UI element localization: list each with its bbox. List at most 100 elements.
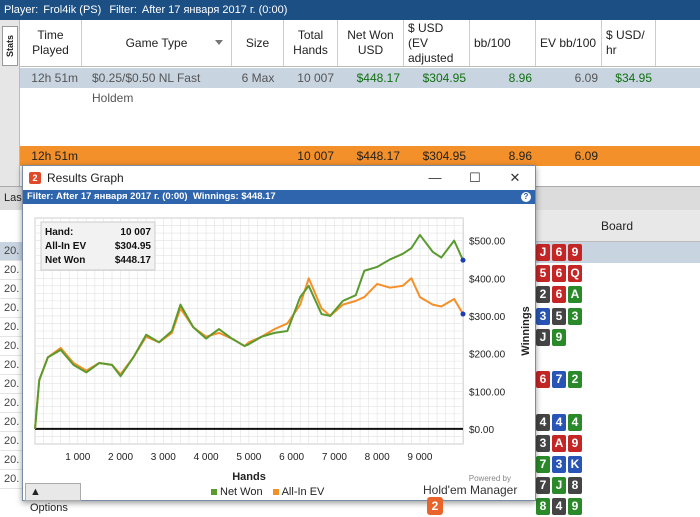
- chart-legend: Net Won All-In EV: [211, 486, 324, 498]
- close-button[interactable]: ✕: [495, 166, 535, 190]
- table-row[interactable]: 12h 51m $0.25/$0.50 NL Fast Holdem 6 Max…: [20, 68, 700, 105]
- graph-filter-bar: Filter: After 17 января 2017 г. (0:00) W…: [23, 190, 535, 204]
- x-tick-label: 5 000: [236, 452, 261, 463]
- hand-list-row[interactable]: 20.: [0, 470, 24, 489]
- cell-hands: 10 007: [297, 71, 334, 85]
- board-row[interactable]: 444: [534, 412, 700, 433]
- board-card: 9: [552, 328, 566, 346]
- help-icon[interactable]: ?: [521, 192, 531, 202]
- graph-filter-label: Filter:: [27, 191, 54, 202]
- results-graph-window: 2 Results Graph — ☐ ✕ Filter: After 17 я…: [22, 165, 536, 515]
- x-tick-label: 8 000: [365, 452, 390, 463]
- hand-list-row[interactable]: 20.: [0, 394, 24, 413]
- board-card: J: [536, 328, 550, 346]
- x-tick-label: 3 000: [151, 452, 176, 463]
- col-time-played[interactable]: Time Played: [20, 20, 82, 66]
- board-row[interactable]: 3A9: [534, 433, 700, 454]
- hand-list-row[interactable]: 20.: [0, 318, 24, 337]
- hand-list-row[interactable]: 20.: [0, 261, 24, 280]
- stats-tab[interactable]: Stats: [2, 26, 18, 66]
- col-bb100[interactable]: bb/100: [470, 20, 536, 66]
- cell-usd: $304.95: [422, 71, 466, 85]
- col-board[interactable]: Board: [534, 210, 700, 242]
- options-button[interactable]: ▲ Options: [25, 483, 81, 514]
- col-total-hands[interactable]: Total Hands: [284, 20, 338, 66]
- board-row[interactable]: J9: [534, 327, 700, 348]
- x-axis-label: Hands: [232, 471, 266, 483]
- results-chart: $0.00 $100.00 $200.00 $300.00 $400.00 $500.00…: [34, 217, 532, 483]
- hand-list-row[interactable]: 20.: [0, 280, 24, 299]
- board-card: 6: [552, 286, 566, 304]
- col-game-type[interactable]: Game Type: [82, 20, 232, 66]
- legend-ev-label: All-In EV: [281, 486, 325, 498]
- hand-list-row[interactable]: 20.: [0, 432, 24, 451]
- hand-list-row[interactable]: 20.: [0, 356, 24, 375]
- hand-list-row[interactable]: 20.: [0, 413, 24, 432]
- legend-ev-swatch: [272, 489, 279, 495]
- cell-net: $448.17: [356, 71, 400, 85]
- hand-list-row[interactable]: 20.: [0, 375, 24, 394]
- summary-label: All-In EV: [45, 241, 86, 252]
- board-card: 9: [568, 244, 582, 262]
- summary-value: $448.17: [115, 255, 152, 266]
- hand-list-row[interactable]: 20.: [0, 242, 24, 261]
- board-card: 6: [552, 265, 566, 283]
- window-title: Results Graph: [47, 171, 124, 185]
- summary-value: $304.95: [115, 241, 152, 252]
- cell-ev: 6.09: [574, 71, 598, 85]
- summary-label: Hand:: [45, 227, 73, 238]
- board-row[interactable]: 7J8: [534, 475, 700, 496]
- filter-label: Filter:: [109, 4, 137, 16]
- board-row[interactable]: J69: [534, 242, 700, 264]
- cell-bb: 8.96: [508, 71, 532, 85]
- board-row[interactable]: [534, 390, 700, 411]
- board-row[interactable]: 26A: [534, 284, 700, 305]
- x-tick-label: 6 000: [279, 452, 304, 463]
- board-card: J: [536, 244, 550, 262]
- x-tick-label: 1 000: [65, 452, 90, 463]
- board-card: 3: [568, 307, 582, 325]
- cell-usdhr: $34.95: [615, 71, 652, 85]
- hand-list-date-column: 20. 20. 20. 20. 20. 20. 20. 20. 20. 20. 20. 20. 20.: [0, 242, 24, 501]
- board-card: 4: [536, 413, 550, 431]
- maximize-button[interactable]: ☐: [455, 166, 495, 190]
- hm2-logo-icon: 2: [427, 497, 443, 515]
- window-titlebar[interactable]: 2 Results Graph — ☐ ✕: [23, 166, 535, 190]
- board-card: 2: [536, 286, 550, 304]
- board-card: 3: [536, 434, 550, 452]
- y-tick-label: $100.00: [469, 387, 506, 398]
- brand-logo: Powered by Hold'em Manager2: [423, 474, 535, 515]
- y-axis-label: Winnings: [520, 306, 532, 355]
- col-usd-hr[interactable]: $ USD/ hr: [602, 20, 656, 66]
- minimize-button[interactable]: —: [415, 166, 455, 190]
- y-tick-label: $300.00: [469, 312, 506, 323]
- board-row[interactable]: [534, 348, 700, 369]
- board-row[interactable]: 73K: [534, 454, 700, 475]
- brand-name: Hold'em Manager: [423, 483, 518, 497]
- player-name: Frol4ik (PS): [43, 4, 102, 16]
- board-card: J: [552, 477, 566, 495]
- board-row[interactable]: 849: [534, 496, 700, 517]
- col-ev-bb100[interactable]: EV bb/100: [536, 20, 602, 66]
- board-row[interactable]: 672: [534, 369, 700, 390]
- board-card: 6: [552, 244, 566, 262]
- x-tick-label: 9 000: [407, 452, 432, 463]
- total-ev: 6.09: [574, 149, 598, 163]
- x-tick-label: 2 000: [108, 452, 133, 463]
- hand-list-row[interactable]: 20.: [0, 299, 24, 318]
- series-end-point: [460, 311, 466, 317]
- lower-tab-last[interactable]: Las: [4, 192, 22, 204]
- cell-time: 12h 51m: [31, 71, 78, 85]
- col-game-type-label: Game Type: [125, 35, 188, 50]
- col-usd-ev[interactable]: $ USD (EV adjusted: [404, 20, 470, 66]
- col-size[interactable]: Size: [232, 20, 284, 66]
- chevron-down-icon[interactable]: [215, 40, 223, 45]
- board-row[interactable]: 56Q: [534, 263, 700, 284]
- hand-list-row[interactable]: 20.: [0, 451, 24, 470]
- stats-side-panel: Stats: [0, 20, 20, 210]
- hand-list-row[interactable]: 20.: [0, 337, 24, 356]
- col-net-won[interactable]: Net Won USD: [338, 20, 404, 66]
- powered-by: Powered by: [468, 474, 511, 483]
- board-row[interactable]: 353: [534, 306, 700, 327]
- cell-game: $0.25/$0.50 NL Fast Holdem: [92, 71, 201, 105]
